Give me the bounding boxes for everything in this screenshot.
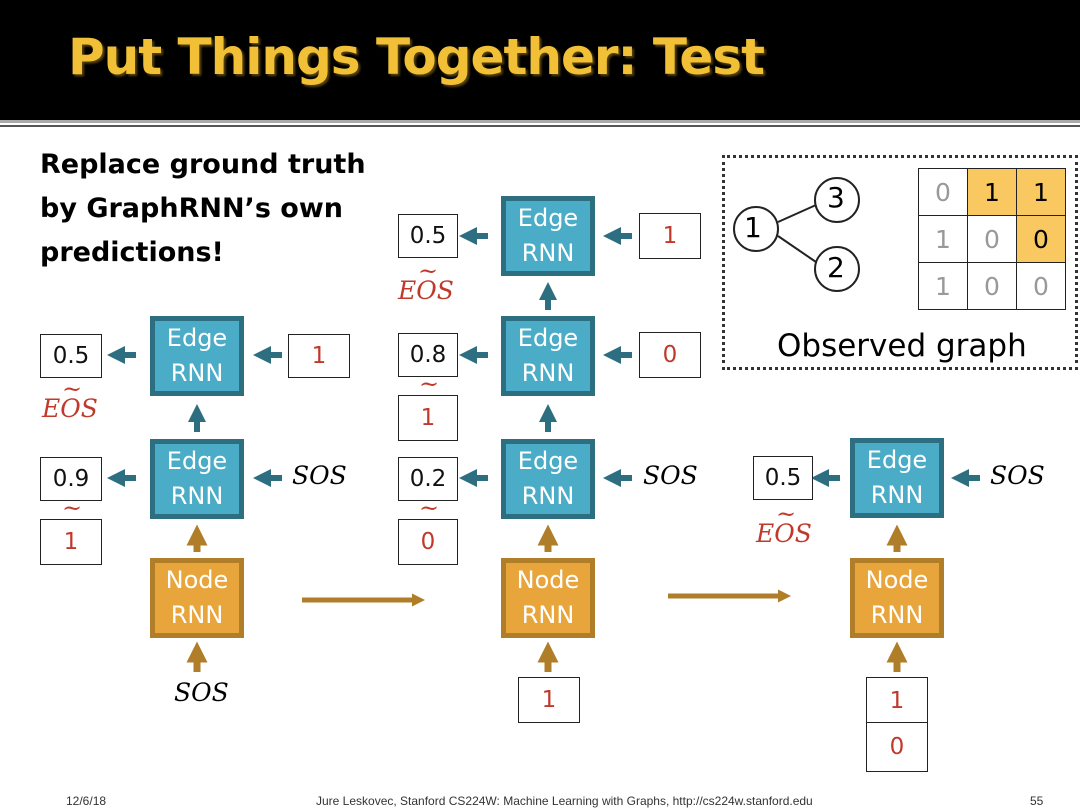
rnn-label: Edge: [517, 324, 579, 352]
matrix-cell: 0: [918, 168, 968, 216]
sample-tilde: ~: [419, 370, 440, 398]
matrix-cell: 0: [1016, 215, 1066, 263]
sos-label: SOS: [990, 461, 1045, 490]
sos-label: SOS: [292, 461, 347, 490]
sampled-value-box: 1: [40, 519, 102, 565]
matrix-cell: 1: [918, 262, 968, 310]
sample-tilde: ~: [419, 494, 440, 522]
edge-input-box: 0: [639, 332, 701, 378]
rnn-label: RNN: [870, 601, 924, 629]
node-input-box: 0: [866, 722, 928, 772]
rnn-label: RNN: [521, 239, 575, 267]
adjacency-matrix: 0 1 1 1 0 0 1 0 0: [918, 168, 1066, 310]
matrix-cell: 1: [918, 215, 968, 263]
graph-node-label: 1: [744, 211, 762, 244]
eos-label: EOS: [42, 394, 98, 423]
sampled-value-box: 0: [398, 519, 458, 565]
sample-tilde: ~: [62, 494, 83, 522]
rnn-label: Node: [865, 566, 929, 594]
matrix-cell: 1: [967, 168, 1017, 216]
node-input-box: 1: [518, 677, 580, 723]
sos-label: SOS: [643, 461, 698, 490]
rnn-label: Edge: [166, 324, 228, 352]
eos-label: EOS: [756, 519, 812, 548]
footer-date: 12/6/18: [66, 794, 107, 808]
edge-rnn-block: Edge RNN: [850, 438, 944, 518]
edge-rnn-block: Edge RNN: [501, 196, 595, 276]
graph-node-label: 3: [827, 181, 845, 214]
rnn-label: RNN: [170, 359, 224, 387]
edge-input-box: 1: [639, 213, 701, 259]
rnn-label: Edge: [517, 447, 579, 475]
matrix-cell: 0: [967, 215, 1017, 263]
rnn-label: RNN: [170, 482, 224, 510]
page-number: 55: [1030, 794, 1044, 808]
edge-output-box: 0.5: [753, 456, 813, 500]
matrix-cell: 0: [1016, 262, 1066, 310]
rnn-label: RNN: [521, 359, 575, 387]
rnn-label: Node: [516, 566, 580, 594]
matrix-cell: 1: [1016, 168, 1066, 216]
edge-rnn-block: Edge RNN: [501, 439, 595, 519]
matrix-cell: 0: [967, 262, 1017, 310]
edge-input-box: 1: [288, 334, 350, 378]
rnn-label: RNN: [870, 481, 924, 509]
edge-output-box: 0.5: [40, 334, 102, 378]
rnn-label: Edge: [166, 447, 228, 475]
rnn-label: Node: [165, 566, 229, 594]
rnn-label: RNN: [170, 601, 224, 629]
observed-graph-label: Observed graph: [777, 328, 1027, 364]
rnn-label: Edge: [866, 446, 928, 474]
sos-label: SOS: [174, 678, 229, 707]
edge-output-box: 0.5: [398, 214, 458, 258]
rnn-label: RNN: [521, 482, 575, 510]
node-input-box: 1: [866, 677, 928, 724]
graph-node-label: 2: [827, 251, 845, 284]
node-rnn-block: Node RNN: [850, 558, 944, 638]
eos-label: EOS: [398, 276, 454, 305]
node-rnn-block: Node RNN: [501, 558, 595, 638]
edge-rnn-block: Edge RNN: [501, 316, 595, 396]
edge-rnn-block: Edge RNN: [150, 316, 244, 396]
footer-credit: Jure Leskovec, Stanford CS224W: Machine …: [316, 794, 813, 808]
edge-rnn-block: Edge RNN: [150, 439, 244, 519]
rnn-label: RNN: [521, 601, 575, 629]
rnn-label: Edge: [517, 204, 579, 232]
node-rnn-block: Node RNN: [150, 558, 244, 638]
sampled-value-box: 1: [398, 395, 458, 441]
